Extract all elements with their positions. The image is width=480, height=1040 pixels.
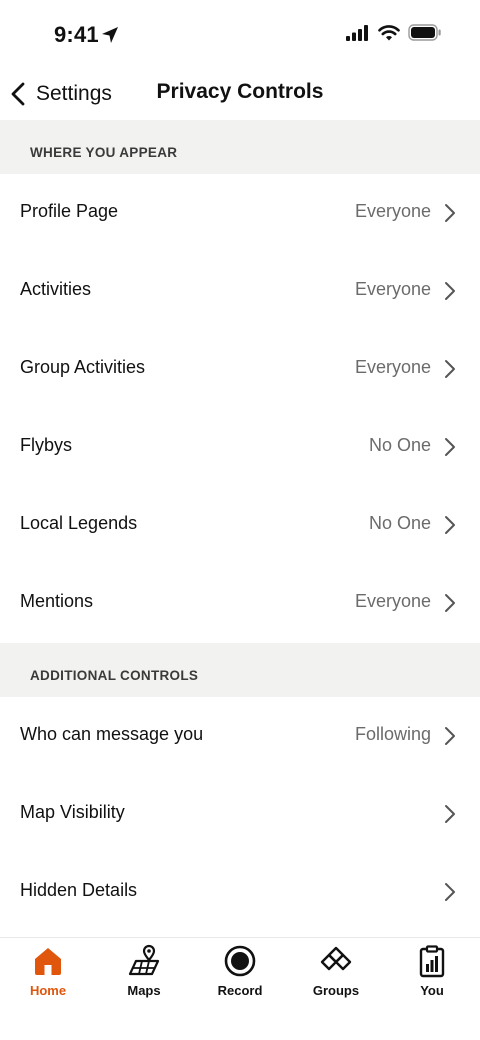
row-mentions[interactable]: Mentions Everyone	[0, 564, 480, 642]
tab-label: Groups	[312, 983, 360, 998]
row-label: Profile Page	[20, 201, 119, 221]
row-value: No One	[368, 435, 431, 455]
row-label: Hidden Details	[20, 880, 138, 900]
maps-icon	[128, 944, 160, 976]
chevron-right-icon	[445, 727, 455, 745]
row-value: No One	[368, 513, 431, 533]
row-map-visibility[interactable]: Map Visibility	[0, 775, 480, 853]
row-flybys[interactable]: Flybys No One	[0, 408, 480, 486]
row-label: Local Legends	[20, 513, 138, 533]
row-label: Group Activities	[20, 357, 146, 377]
row-who-can-message-you[interactable]: Who can message you Following	[0, 697, 480, 775]
status-icons	[346, 24, 442, 41]
section-header-additional-controls: ADDITIONAL CONTROLS	[0, 643, 480, 697]
row-profile-page[interactable]: Profile Page Everyone	[0, 174, 480, 252]
chevron-right-icon	[445, 594, 455, 612]
tab-you[interactable]: You	[384, 944, 480, 1006]
status-time: 9:41	[54, 22, 99, 47]
section-header-where-you-appear: WHERE YOU APPEAR	[0, 120, 480, 174]
tab-groups[interactable]: Groups	[288, 944, 384, 1006]
chevron-right-icon	[445, 805, 455, 823]
status-bar: 9:41	[0, 0, 480, 70]
row-label: Map Visibility	[20, 802, 125, 822]
home-icon	[35, 948, 61, 975]
section-header-label: ADDITIONAL CONTROLS	[30, 668, 199, 683]
row-value: Everyone	[354, 357, 431, 377]
tab-label: Record	[217, 983, 263, 998]
row-group-activities[interactable]: Group Activities Everyone	[0, 330, 480, 408]
chevron-right-icon	[445, 883, 455, 901]
section-header-label: WHERE YOU APPEAR	[30, 145, 178, 160]
tab-maps[interactable]: Maps	[96, 944, 192, 1006]
row-label: Flybys	[20, 435, 73, 455]
row-local-legends[interactable]: Local Legends No One	[0, 486, 480, 564]
row-activities[interactable]: Activities Everyone	[0, 252, 480, 330]
row-value: Everyone	[354, 591, 431, 611]
record-icon	[224, 945, 256, 977]
row-value: Everyone	[354, 279, 431, 299]
privacy-controls-screen: 9:41 Settings Privacy Controls WHERE YOU…	[0, 0, 480, 1040]
nav-bar: Settings Privacy Controls	[0, 70, 480, 118]
location-arrow-icon	[102, 27, 118, 43]
wifi-icon	[378, 24, 400, 40]
tab-bar: Home Maps Record Groups You	[0, 937, 480, 1040]
row-label: Activities	[20, 279, 92, 299]
row-label: Who can message you	[20, 724, 204, 744]
row-label: Mentions	[20, 591, 94, 611]
row-value: Following	[354, 724, 431, 744]
battery-icon	[408, 24, 441, 41]
tab-label: Maps	[127, 983, 161, 998]
tab-label: Home	[29, 983, 67, 998]
chevron-right-icon	[445, 360, 455, 378]
row-value: Everyone	[354, 201, 431, 221]
chevron-right-icon	[445, 438, 455, 456]
cellular-signal-icon	[346, 24, 368, 41]
row-hidden-details[interactable]: Hidden Details	[0, 853, 480, 931]
chevron-right-icon	[445, 516, 455, 534]
chevron-right-icon	[445, 282, 455, 300]
tab-home[interactable]: Home	[0, 944, 96, 1006]
tab-label: You	[420, 983, 444, 998]
tab-record[interactable]: Record	[192, 944, 288, 1006]
groups-icon	[320, 946, 352, 971]
you-icon	[419, 945, 445, 978]
chevron-right-icon	[445, 204, 455, 222]
page-title: Privacy Controls	[156, 80, 324, 103]
